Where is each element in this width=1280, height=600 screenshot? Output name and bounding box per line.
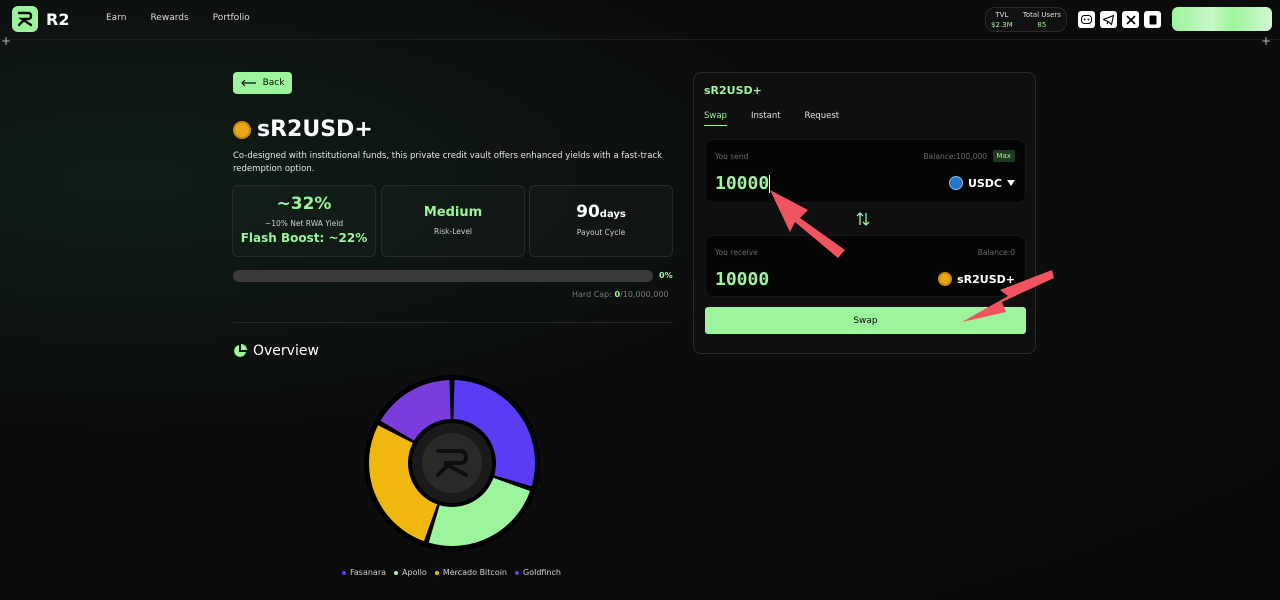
hard-cap-label: Hard Cap: [572,290,615,299]
receive-box: You receive Balance:0 10000 sR2USD+ [705,235,1026,297]
donut-legend: Fasanara Apollo Mercado Bitcoin Goldfinc… [342,568,561,577]
arrow-left-icon [240,79,256,87]
legend-item: Mercado Bitcoin [434,568,507,577]
x-icon[interactable] [1122,11,1139,28]
yield-sub: ~10% Net RWA Yield [264,219,344,228]
send-balance: Balance:100,000 [923,152,987,161]
vault-title: sR2USD+ [233,117,373,142]
nav-portfolio[interactable]: Portfolio [213,13,250,23]
risk-card: Medium Risk-Level [381,185,525,257]
main-nav: Earn Rewards Portfolio [106,13,250,23]
nav-earn[interactable]: Earn [106,13,126,23]
pie-chart-icon [234,344,247,357]
r2-logo-icon [12,6,38,32]
progress-percent: 0% [659,271,673,280]
legend-label: Fasanara [350,568,387,577]
legend-item: Goldfinch [515,568,561,577]
send-amount-input[interactable]: 10000 [715,173,771,194]
legend-label: Mercado Bitcoin [442,568,507,577]
overview-heading: Overview [233,343,319,359]
send-amount: 10000 [715,173,770,194]
send-label: You send [715,152,749,161]
payout-value: 90days [530,202,672,222]
vault-description: Co-designed with institutional funds, th… [233,151,663,174]
tab-swap[interactable]: Swap [704,111,727,126]
receive-token: sR2USD+ [938,272,1015,286]
receive-amount: 10000 [715,269,770,290]
wallet-button[interactable] [1172,7,1272,31]
receive-token-label: sR2USD+ [957,272,1015,286]
back-button[interactable]: Back [233,72,292,94]
flash-boost: Flash Boost: ~22% [240,231,368,245]
gitbook-icon[interactable] [1144,11,1161,28]
receive-label: You receive [715,248,758,257]
discord-icon[interactable] [1078,11,1095,28]
corner-plus-icon: + [1,34,12,48]
legend-dot [394,570,399,575]
back-label: Back [262,78,285,88]
hard-cap: Hard Cap: 0/10,000,000 [572,290,669,299]
users-stat: Total Users 85 [1023,11,1061,29]
logo[interactable]: R2 [12,6,69,32]
logo-text: R2 [46,9,70,29]
users-label: Total Users [1022,10,1061,19]
send-token-select[interactable]: USDC [948,176,1015,190]
payout-number: 90 [576,202,600,222]
payout-card: 90days Payout Cycle [529,185,673,257]
swap-panel: sR2USD+ Swap Instant Request You send Ba… [693,72,1036,354]
send-box: You send Balance:100,000 Max 10000 USDC [705,139,1026,203]
nav-rewards[interactable]: Rewards [150,13,188,23]
sr2usd-token-icon [938,272,953,286]
overview-title: Overview [253,343,319,359]
social-links [1078,11,1161,28]
sr2usd-token-icon [233,120,251,139]
swap-button[interactable]: Swap [705,307,1026,334]
telegram-icon[interactable] [1100,11,1117,28]
payout-label: Payout Cycle [576,228,626,237]
receive-balance: Balance:0 [977,248,1015,257]
panel-title: sR2USD+ [704,84,762,97]
progress-bar [233,270,653,282]
tvl-label: TVL [995,10,1009,19]
legend-dot [434,570,439,575]
top-bar: R2 Earn Rewards Portfolio TVL $2.3M Tota… [0,0,1280,40]
risk-value: Medium [423,205,483,220]
legend-label: Apollo [402,568,427,577]
swap-tabs: Swap Instant Request [704,111,839,126]
usdc-token-icon [948,176,963,190]
users-value: 85 [1037,20,1047,29]
annotation-arrows [770,190,1054,322]
allocation-donut [364,375,540,551]
divider [233,322,673,323]
tab-request[interactable]: Request [805,111,840,126]
send-token: USDC [967,176,1002,190]
legend-item: Fasanara [342,568,386,577]
max-button[interactable]: Max [992,150,1015,162]
legend-dot [342,570,346,575]
tab-instant[interactable]: Instant [751,111,781,126]
risk-label: Risk-Level [433,227,473,236]
tvl-stat: TVL $2.3M [991,11,1013,29]
corner-plus-icon: + [1261,34,1272,48]
payout-unit: days [599,209,626,220]
legend-dot [515,570,519,575]
tvl-value: $2.3M [991,20,1013,29]
chevron-down-icon [1007,180,1015,186]
vault-name: sR2USD+ [257,117,373,142]
hard-cap-total: /10,000,000 [620,290,669,299]
text-caret [769,175,771,193]
legend-label: Goldfinch [523,568,561,577]
swap-direction-icon[interactable] [856,211,870,230]
yield-value: ~32% [276,194,332,214]
yield-card: ~32% ~10% Net RWA Yield Flash Boost: ~22… [232,185,376,257]
stats-badge: TVL $2.3M Total Users 85 [985,7,1067,32]
legend-item: Apollo [394,568,427,577]
